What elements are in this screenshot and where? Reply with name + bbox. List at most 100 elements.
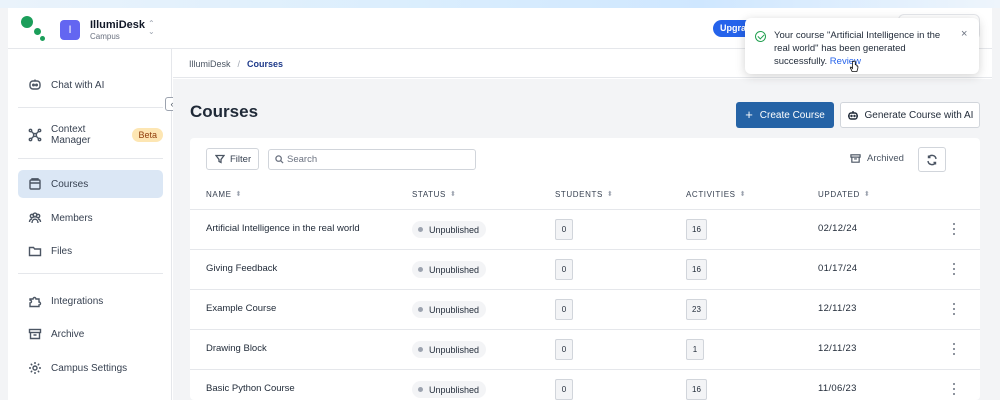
row-menu-icon[interactable] [950, 381, 958, 397]
status-badge: Unpublished [412, 261, 487, 278]
course-name[interactable]: Artificial Intelligence in the real worl… [206, 223, 360, 234]
table-row[interactable]: Giving Feedback Unpublished 0 16 01/17/2… [190, 249, 980, 289]
archive-icon [850, 154, 861, 163]
activities-count: 16 [686, 259, 707, 280]
table-row[interactable]: Drawing Block Unpublished 0 1 12/11/23 [190, 329, 980, 369]
column-header-status[interactable]: STATUS ⬍ [412, 190, 456, 199]
breadcrumb-separator: / [237, 59, 241, 69]
row-menu-icon[interactable] [950, 261, 958, 277]
sidebar-item-chat-with-ai[interactable]: Chat with AI [18, 71, 163, 99]
table-row[interactable]: Basic Python Course Unpublished 0 16 11/… [190, 369, 980, 400]
toast-message: Your course "Artificial Intelligence in … [774, 29, 954, 68]
chat-bot-icon [29, 79, 41, 90]
students-count: 0 [555, 379, 573, 400]
refresh-icon [927, 154, 937, 165]
activities-count: 1 [686, 339, 704, 360]
beta-badge: Beta [132, 128, 163, 142]
sidebar-item-campus-settings[interactable]: Campus Settings [18, 354, 163, 382]
sort-icon: ⬍ [449, 190, 457, 198]
sidebar-item-label: Context Manager [51, 124, 91, 146]
status-label: Unpublished [429, 304, 480, 315]
course-name[interactable]: Giving Feedback [206, 263, 277, 274]
column-header-label: UPDATED [818, 190, 860, 199]
students-count: 0 [555, 299, 573, 320]
puzzle-icon [29, 296, 42, 308]
archived-toggle[interactable]: Archived [850, 153, 904, 164]
updated-date: 02/12/24 [818, 223, 858, 234]
status-label: Unpublished [429, 264, 480, 275]
row-menu-icon[interactable] [950, 301, 958, 317]
sidebar-item-context-manager[interactable]: Context Manager Beta [18, 121, 163, 149]
table-row[interactable]: Artificial Intelligence in the real worl… [190, 209, 980, 249]
create-course-label: Create Course [759, 109, 825, 121]
archived-label: Archived [867, 153, 904, 164]
create-course-button[interactable]: + Create Course [736, 102, 834, 128]
breadcrumb-root-link[interactable]: IllumiDesk [189, 59, 231, 69]
column-header-activities[interactable]: ACTIVITIES ⬍ [686, 190, 746, 199]
sidebar-item-files[interactable]: Files [18, 237, 163, 265]
generate-course-label: Generate Course with AI [864, 109, 974, 121]
sidebar-item-label: Integrations [51, 295, 104, 307]
status-badge: Unpublished [412, 301, 487, 318]
sort-icon: ⬍ [739, 190, 747, 198]
column-header-students[interactable]: STUDENTS ⬍ [555, 190, 613, 199]
column-header-label: STATUS [412, 190, 446, 199]
refresh-button[interactable] [918, 147, 946, 172]
course-name[interactable]: Drawing Block [206, 343, 267, 354]
workspace-switch-chevron-icon[interactable]: ⌃ ⌄ [148, 20, 155, 36]
plus-icon: + [745, 107, 753, 122]
main-content: Courses + Create Course Generate Course … [173, 79, 992, 400]
workspace-name[interactable]: IllumiDesk [90, 19, 145, 31]
close-icon[interactable]: × [961, 28, 967, 40]
sidebar-item-label: Courses [51, 178, 89, 190]
sidebar-item-archive[interactable]: Archive [18, 320, 163, 348]
breadcrumb-current: Courses [247, 59, 284, 69]
brand-logo-icon[interactable] [20, 14, 50, 44]
folder-icon [28, 246, 42, 257]
course-name[interactable]: Basic Python Course [206, 383, 295, 394]
sidebar-item-label: Members [51, 212, 93, 224]
filter-button[interactable]: Filter [206, 148, 259, 170]
generate-course-ai-button[interactable]: Generate Course with AI [840, 102, 980, 128]
sort-icon: ⬍ [235, 190, 242, 198]
column-header-name[interactable]: NAME ⬍ [206, 190, 242, 199]
sidebar-item-courses[interactable]: Courses [18, 170, 163, 198]
column-header-updated[interactable]: UPDATED ⬍ [818, 190, 870, 199]
sidebar-item-members[interactable]: Members [18, 204, 163, 232]
status-label: Unpublished [429, 384, 480, 395]
filter-label: Filter [230, 153, 252, 165]
column-header-label: NAME [206, 190, 232, 199]
sidebar-divider [18, 107, 163, 108]
sidebar-item-integrations[interactable]: Integrations [18, 287, 163, 315]
updated-date: 11/06/23 [818, 383, 857, 394]
column-header-label: STUDENTS [555, 190, 603, 199]
table-row[interactable]: Example Course Unpublished 0 23 12/11/23 [190, 289, 980, 329]
workspace-avatar[interactable]: I [60, 20, 80, 40]
updated-date: 12/11/23 [818, 343, 857, 354]
top-gradient-strip [0, 0, 1000, 8]
page-title: Courses [190, 102, 259, 121]
network-icon [28, 128, 42, 142]
book-icon [29, 178, 41, 190]
students-count: 0 [555, 219, 573, 240]
course-name[interactable]: Example Course [206, 303, 276, 314]
sidebar-item-label: Chat with AI [51, 79, 105, 91]
search-input[interactable] [287, 154, 467, 165]
row-menu-icon[interactable] [950, 341, 958, 357]
column-header-label: ACTIVITIES [686, 190, 736, 199]
sidebar-divider [18, 273, 163, 274]
status-badge: Unpublished [412, 381, 487, 398]
row-menu-icon[interactable] [950, 221, 958, 237]
sidebar: Chat with AI Context Manager Beta Course… [8, 49, 172, 400]
users-icon [28, 212, 42, 224]
sidebar-divider [18, 158, 163, 159]
activities-count: 23 [686, 299, 707, 320]
mouse-pointer-icon [849, 60, 859, 72]
updated-date: 01/17/24 [818, 263, 858, 274]
archive-icon [28, 328, 42, 340]
robot-icon [847, 111, 858, 120]
updated-date: 12/11/23 [818, 303, 857, 314]
workspace-subtitle: Campus [90, 32, 120, 41]
sort-icon: ⬍ [606, 190, 614, 198]
search-field[interactable] [268, 149, 476, 170]
